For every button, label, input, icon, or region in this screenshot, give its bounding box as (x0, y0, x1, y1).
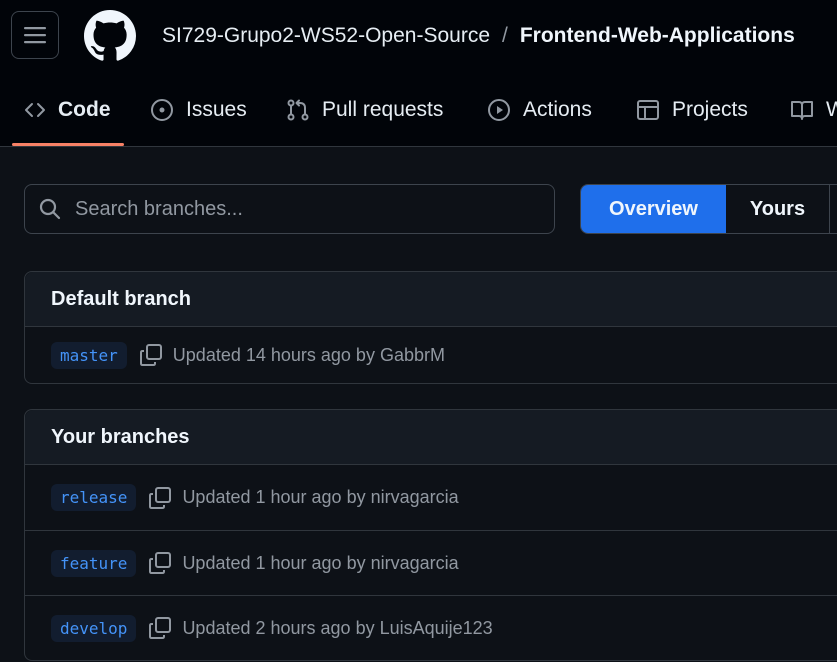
default-branch-heading: Default branch (25, 272, 837, 327)
issue-opened-icon (150, 98, 174, 122)
branch-name-link[interactable]: feature (51, 549, 137, 577)
repo-link[interactable]: Frontend-Web-Applications (520, 24, 795, 47)
branch-row: release Updated 1 hour ago by nirvagarci… (25, 465, 837, 530)
copy-icon[interactable] (148, 616, 172, 640)
branch-updated-text: Updated 1 hour ago by nirvagarcia (182, 487, 459, 507)
repo-header: SI729-Grupo2-WS52-Open-Source / Frontend-W… (0, 0, 837, 147)
copy-icon[interactable] (148, 551, 172, 575)
tab-actions[interactable]: Actions (487, 84, 592, 136)
active-tab-indicator (12, 143, 124, 146)
your-branches-box: Your branches release Updated 1 hour ago… (24, 409, 837, 661)
branch-row: feature Updated 1 hour ago by nirvagarci… (25, 530, 837, 595)
branch-filter-tabs: Overview Yours (580, 184, 837, 234)
book-icon (790, 99, 814, 121)
tab-label: Code (58, 98, 111, 121)
tab-label: Issues (186, 98, 247, 121)
branch-updated-text: Updated 14 hours ago by GabbrM (172, 344, 445, 365)
table-icon (636, 98, 660, 122)
code-icon (24, 102, 46, 118)
copy-icon[interactable] (148, 486, 172, 510)
copy-icon[interactable] (139, 343, 163, 367)
branch-name-link[interactable]: master (51, 341, 127, 369)
git-pull-request-icon (286, 98, 310, 122)
branch-updated-text: Updated 1 hour ago by nirvagarcia (182, 552, 459, 573)
tab-wiki[interactable]: W (790, 84, 837, 136)
branch-updated-text: Updated 2 hours ago by LuisAquije123 (182, 617, 493, 638)
search-icon (39, 198, 61, 220)
tab-projects[interactable]: Projects (636, 84, 748, 136)
overview-button[interactable]: Overview (581, 185, 726, 233)
branch-name-link[interactable]: develop (51, 614, 137, 642)
tab-issues[interactable]: Issues (150, 84, 247, 136)
tab-label: Projects (672, 98, 748, 121)
github-logo-icon[interactable] (84, 10, 136, 62)
breadcrumb-separator: / (502, 24, 508, 47)
search-input[interactable] (73, 196, 517, 222)
tab-label: W (826, 98, 837, 121)
branch-row: develop Updated 2 hours ago by LuisAquij… (25, 595, 837, 660)
hamburger-icon (24, 27, 46, 44)
play-icon (487, 98, 511, 122)
repo-nav-tabs: Code Issues Pull requests Actions Projec… (0, 84, 837, 146)
your-branches-heading: Your branches (25, 410, 837, 465)
default-branch-box: Default branch master Updated 14 hours a… (24, 271, 837, 384)
branch-search[interactable] (24, 184, 555, 234)
tab-label: Actions (523, 98, 592, 121)
tab-pull-requests[interactable]: Pull requests (286, 84, 443, 136)
tab-label: Pull requests (322, 98, 444, 121)
tab-code[interactable]: Code (24, 84, 111, 136)
menu-button[interactable] (11, 11, 59, 59)
owner-link[interactable]: SI729-Grupo2-WS52-Open-Source (162, 24, 490, 47)
yours-button[interactable]: Yours (726, 185, 830, 233)
breadcrumb: SI729-Grupo2-WS52-Open-Source / Frontend-W… (162, 22, 795, 50)
branch-name-link[interactable]: release (51, 484, 137, 511)
branch-row: master Updated 14 hours ago by GabbrM (25, 327, 837, 383)
